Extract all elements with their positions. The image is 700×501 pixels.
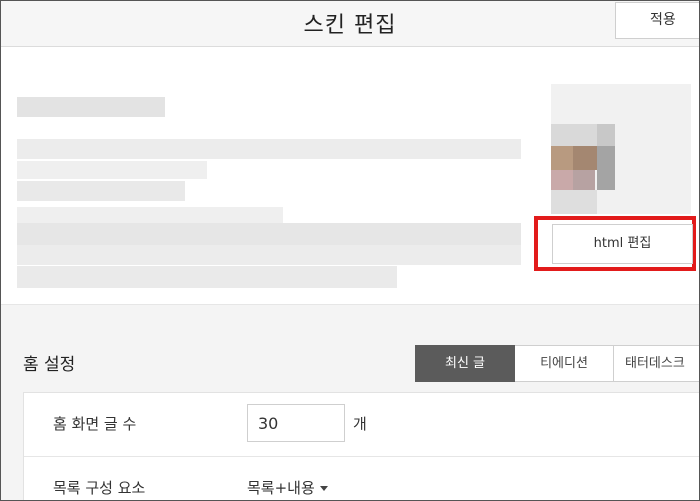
tab-latest-posts[interactable]: 최신 글 bbox=[415, 345, 515, 382]
blurred-text-line bbox=[17, 161, 207, 179]
skin-thumbnail bbox=[551, 84, 691, 214]
html-edit-button[interactable]: html 편집 bbox=[552, 224, 693, 264]
blurred-text-line bbox=[17, 97, 165, 117]
apply-button[interactable]: 적용 bbox=[615, 2, 699, 39]
list-elements-value: 목록+내용 bbox=[247, 479, 315, 497]
list-elements-select[interactable]: 목록+내용 bbox=[247, 477, 328, 498]
blurred-text-line bbox=[17, 139, 521, 159]
list-elements-label: 목록 구성 요소 bbox=[53, 479, 146, 497]
header-bar: 스킨 편집 적용 bbox=[1, 1, 699, 47]
caret-down-icon bbox=[319, 486, 328, 491]
blurred-text-line bbox=[17, 245, 521, 265]
page-title: 스킨 편집 bbox=[303, 13, 397, 38]
tab-t-edition[interactable]: 티에디션 bbox=[515, 345, 614, 382]
blurred-text-line bbox=[17, 181, 185, 201]
tab-tatter-desk[interactable]: 태터데스크 bbox=[614, 345, 699, 382]
blurred-text-line bbox=[17, 266, 397, 288]
tab-bar: 최신 글 티에디션 태터데스크 bbox=[415, 345, 699, 382]
home-settings-title: 홈 설정 bbox=[23, 355, 76, 375]
post-count-unit: 개 bbox=[353, 415, 367, 433]
post-count-input[interactable] bbox=[247, 404, 345, 442]
row-divider bbox=[24, 456, 699, 457]
skin-editor-window: 스킨 편집 적용 html 편집 홈 설정 최신 글 티에디션 태터데스크 홈 … bbox=[0, 0, 700, 501]
post-count-label: 홈 화면 글 수 bbox=[53, 415, 137, 433]
blurred-text-line bbox=[17, 223, 521, 245]
